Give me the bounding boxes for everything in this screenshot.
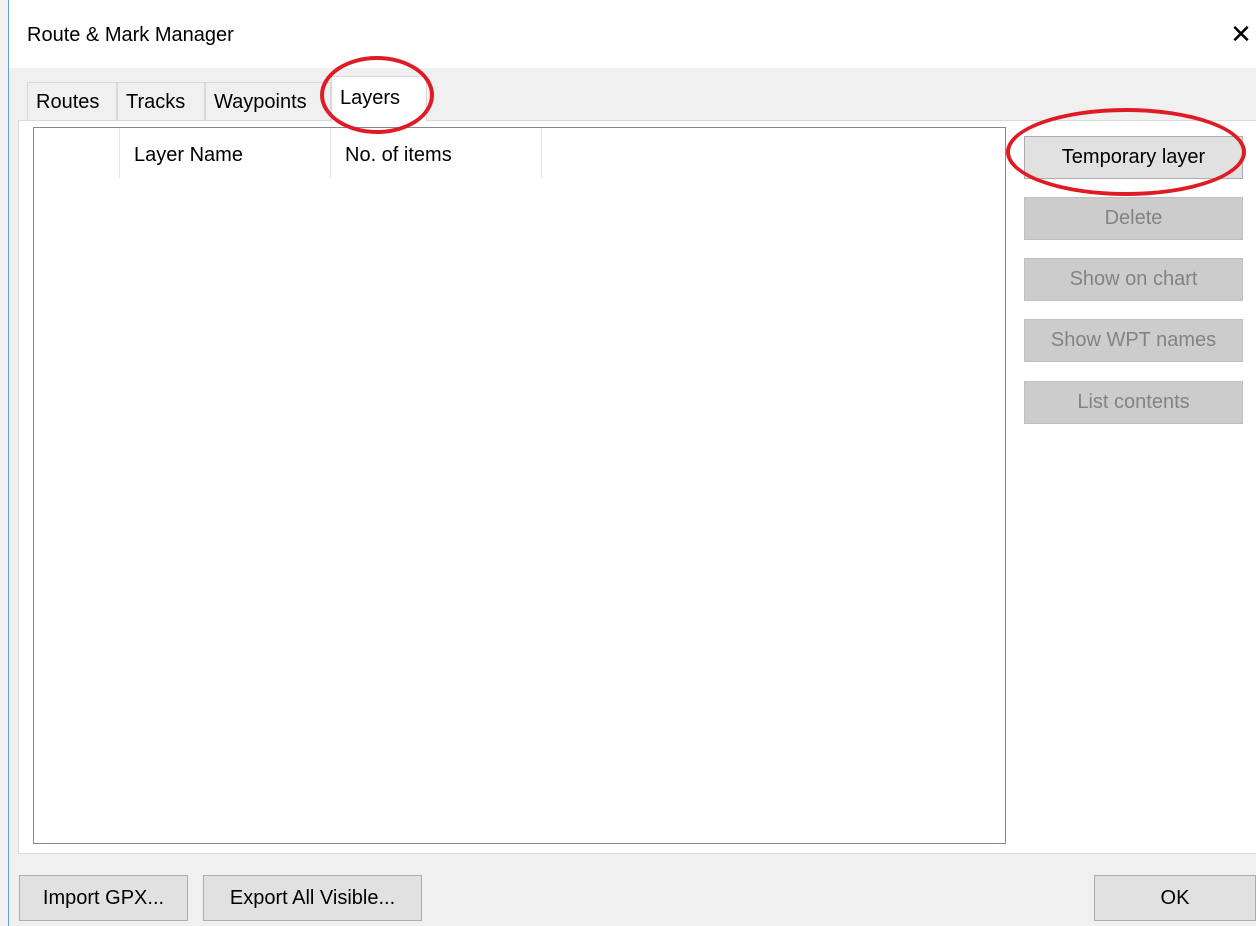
- column-header-layer-name[interactable]: Layer Name: [120, 128, 331, 178]
- route-mark-manager-dialog: Route & Mark Manager ✕ Routes Tracks Way…: [0, 0, 1256, 926]
- tab-waypoints[interactable]: Waypoints: [205, 82, 331, 120]
- tab-tracks[interactable]: Tracks: [117, 82, 205, 120]
- window-border: [8, 0, 9, 926]
- close-icon[interactable]: ✕: [1226, 14, 1256, 54]
- show-on-chart-button[interactable]: Show on chart: [1024, 258, 1243, 301]
- column-header-no-of-items[interactable]: No. of items: [331, 128, 542, 178]
- window-title: Route & Mark Manager: [27, 24, 234, 46]
- export-all-visible-button[interactable]: Export All Visible...: [203, 875, 422, 921]
- title-bar: Route & Mark Manager ✕: [9, 0, 1256, 68]
- temporary-layer-button[interactable]: Temporary layer: [1024, 136, 1243, 179]
- column-header-blank[interactable]: [34, 128, 120, 178]
- show-wpt-names-button[interactable]: Show WPT names: [1024, 319, 1243, 362]
- ok-button[interactable]: OK: [1094, 875, 1256, 921]
- layers-list[interactable]: Layer Name No. of items: [33, 127, 1006, 844]
- tab-routes[interactable]: Routes: [27, 82, 117, 120]
- import-gpx-button[interactable]: Import GPX...: [19, 875, 188, 921]
- delete-button[interactable]: Delete: [1024, 197, 1243, 240]
- tab-layers[interactable]: Layers: [331, 76, 427, 122]
- list-contents-button[interactable]: List contents: [1024, 381, 1243, 424]
